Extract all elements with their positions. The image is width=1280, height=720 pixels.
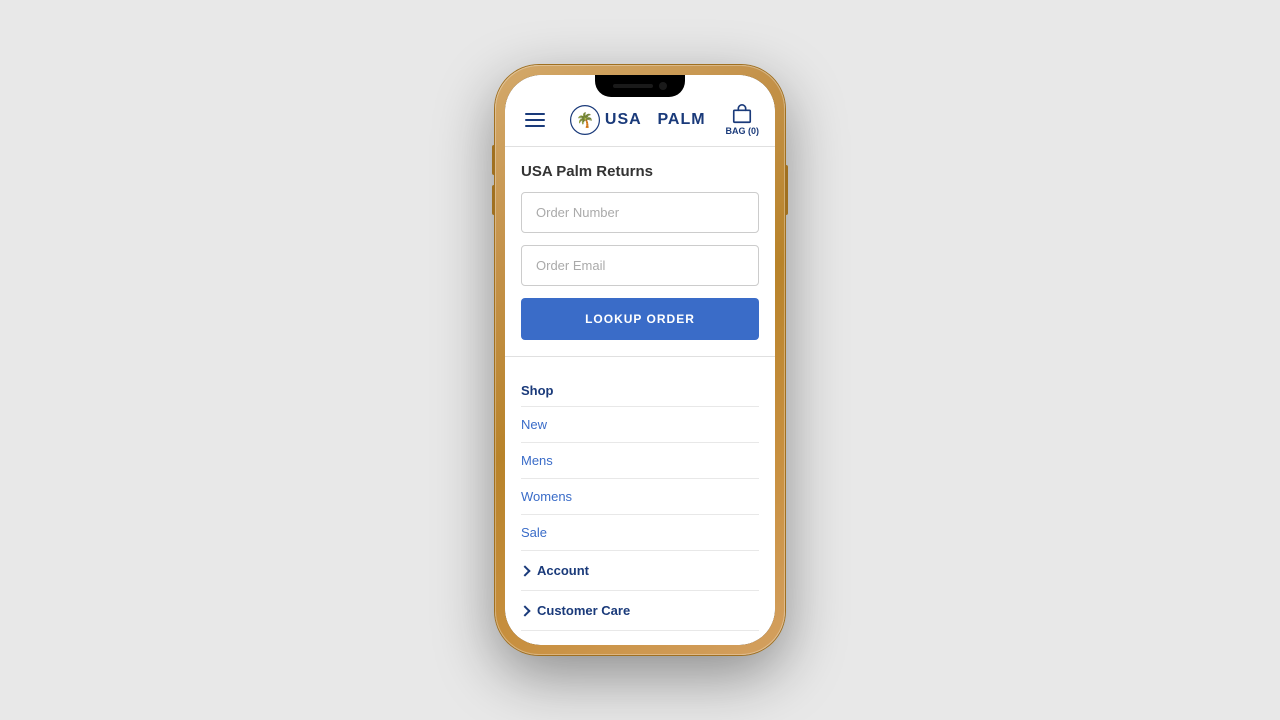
- lookup-order-button[interactable]: LOOKUP ORDER: [521, 298, 759, 340]
- about-us-label: About Us: [537, 643, 595, 645]
- hamburger-line-1: [525, 113, 545, 115]
- logo-palm: PALM: [657, 111, 705, 128]
- nav-item-mens[interactable]: Mens: [521, 443, 759, 479]
- phone-screen: 🌴 USA PALM BAG (0): [505, 75, 775, 645]
- camera-icon: [659, 82, 667, 90]
- logo-usa: USA: [605, 111, 641, 128]
- shop-category-label: Shop: [521, 373, 759, 407]
- palm-logo-icon: 🌴: [569, 104, 601, 136]
- bag-count: BAG (0): [725, 126, 759, 136]
- power-button: [785, 165, 788, 215]
- navigation-menu: Shop New Mens Womens Sale Account Custom…: [505, 373, 775, 645]
- nav-item-sale[interactable]: Sale: [521, 515, 759, 551]
- speaker-icon: [613, 84, 653, 88]
- phone-inner: 🌴 USA PALM BAG (0): [505, 75, 775, 645]
- chevron-right-icon: [519, 565, 530, 576]
- notch: [595, 75, 685, 97]
- customer-care-label: Customer Care: [537, 603, 630, 618]
- nav-item-account[interactable]: Account: [521, 551, 759, 591]
- section-divider: [505, 356, 775, 357]
- returns-form: LOOKUP ORDER: [505, 192, 775, 356]
- order-number-input[interactable]: [521, 192, 759, 233]
- hamburger-line-2: [525, 119, 545, 121]
- chevron-right-icon: [519, 605, 530, 616]
- nav-item-customer-care[interactable]: Customer Care: [521, 591, 759, 631]
- volume-up-button: [492, 145, 495, 175]
- phone-frame: 🌴 USA PALM BAG (0): [495, 65, 785, 655]
- bag-icon: [731, 103, 753, 125]
- hamburger-line-3: [525, 125, 545, 127]
- order-email-input[interactable]: [521, 245, 759, 286]
- account-label: Account: [537, 563, 589, 578]
- nav-item-womens[interactable]: Womens: [521, 479, 759, 515]
- main-content: USA Palm Returns LOOKUP ORDER Shop New M…: [505, 147, 775, 645]
- page-title: USA Palm Returns: [505, 147, 775, 192]
- logo-area[interactable]: 🌴 USA PALM: [569, 104, 706, 136]
- svg-text:🌴: 🌴: [576, 110, 594, 128]
- logo-text: USA PALM: [605, 111, 706, 129]
- hamburger-menu-button[interactable]: [521, 109, 549, 131]
- volume-down-button: [492, 185, 495, 215]
- nav-item-new[interactable]: New: [521, 407, 759, 443]
- nav-item-about-us[interactable]: About Us: [521, 631, 759, 645]
- bag-button[interactable]: BAG (0): [725, 103, 759, 136]
